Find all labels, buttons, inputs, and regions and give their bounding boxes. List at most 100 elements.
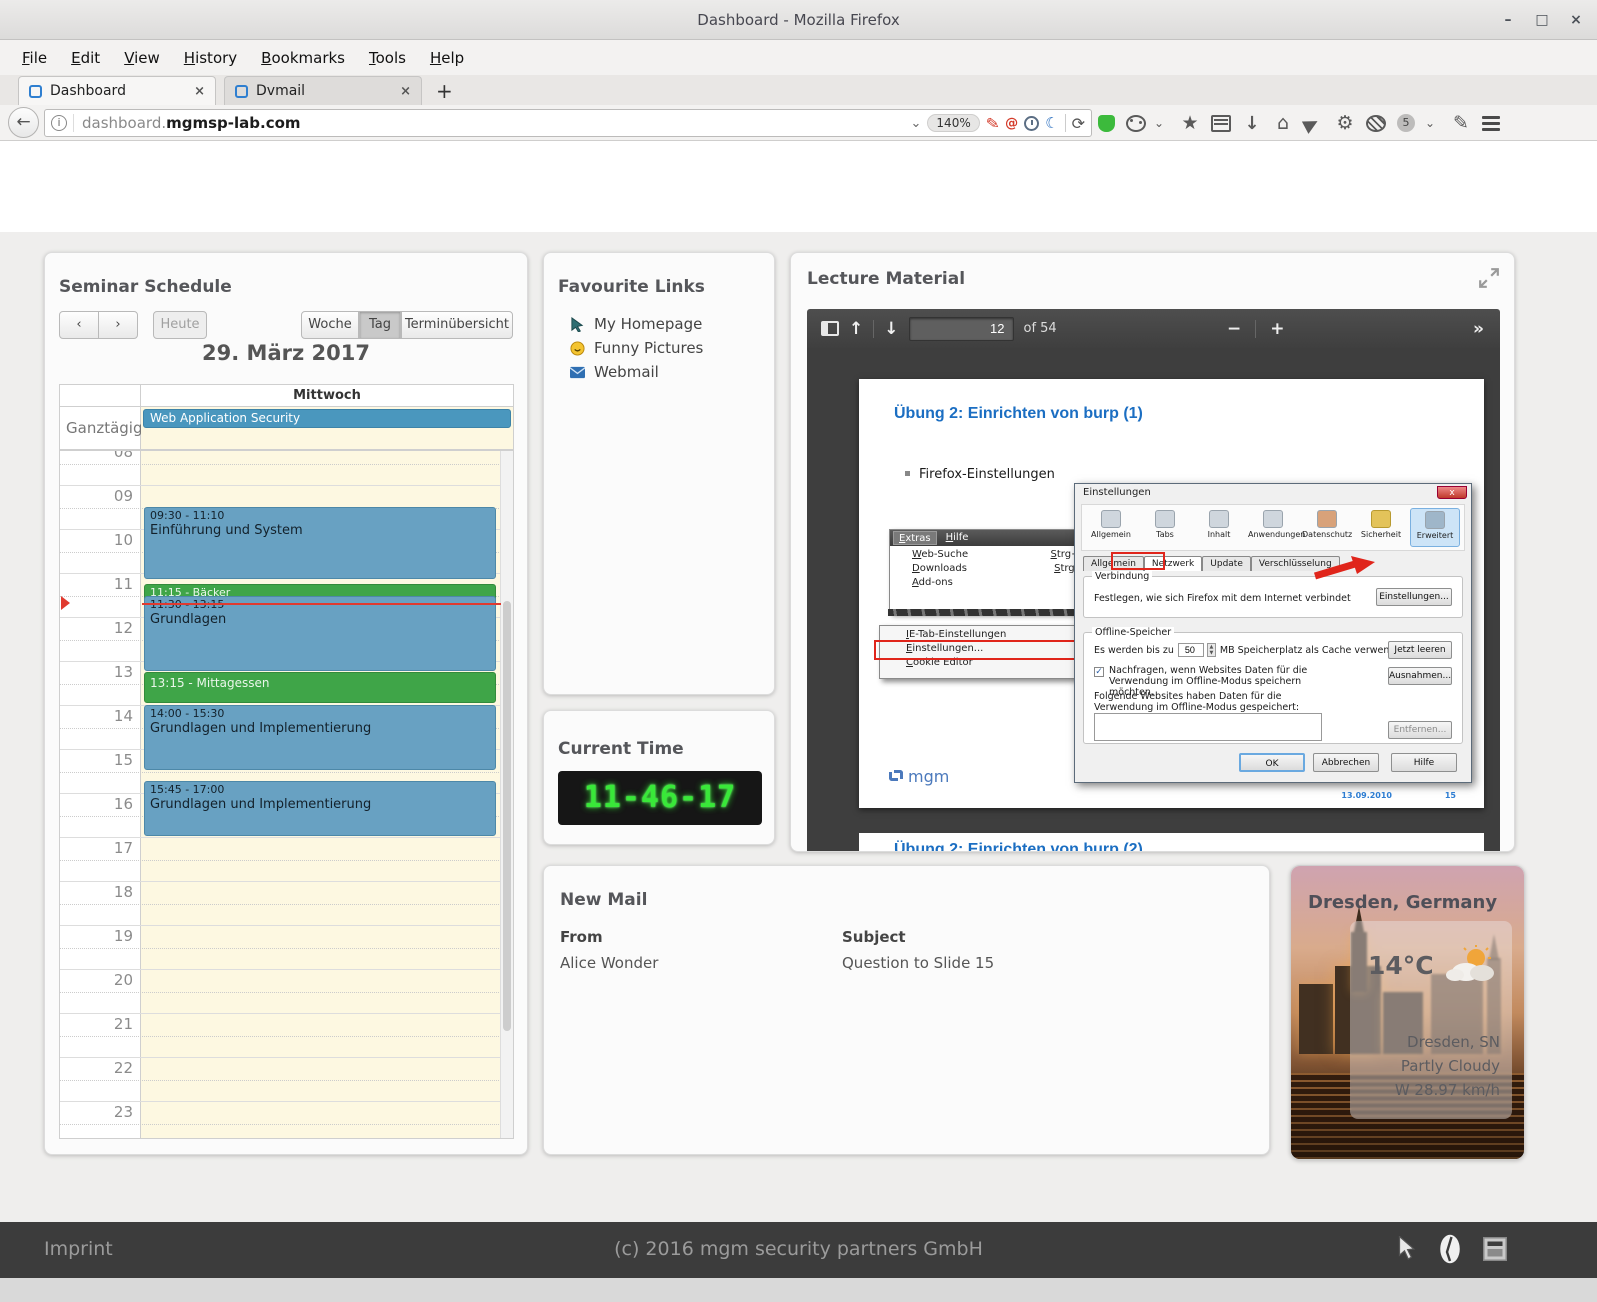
globe-icon[interactable] — [1366, 115, 1386, 132]
badge-chevron-icon[interactable]: ⌄ — [1420, 116, 1440, 130]
gear-icon[interactable]: ⚙ — [1335, 112, 1355, 134]
palette-chevron-icon[interactable]: ⌄ — [1149, 116, 1169, 130]
home-icon[interactable]: ⌂ — [1273, 112, 1293, 134]
hour-row: 08 — [60, 451, 513, 485]
menu-help[interactable]: Help — [420, 45, 474, 71]
today-button[interactable]: Heute — [153, 311, 207, 339]
menu-bar: File Edit View History Bookmarks Tools H… — [0, 40, 1597, 75]
site-info-icon[interactable]: i — [51, 115, 67, 131]
window-title: Dashboard - Mozilla Firefox — [0, 0, 1597, 40]
calendar-scrollbar[interactable] — [500, 451, 513, 1138]
pdf-viewer[interactable]: Übung 2: Einrichten von burp (1) Firefox… — [807, 348, 1500, 852]
day-view-button[interactable]: Tag — [359, 311, 401, 339]
pdf-more-tools-icon[interactable]: » — [1473, 319, 1484, 339]
slide-heading: Übung 2: Einrichten von burp (2) — [894, 841, 1143, 852]
mail-icon — [570, 365, 585, 380]
pencil-icon[interactable]: ✎ — [1451, 112, 1471, 134]
link-my-homepage[interactable]: My Homepage — [570, 315, 702, 333]
new-tab-button[interactable]: + — [422, 77, 467, 105]
pdf-page-input[interactable] — [909, 317, 1014, 341]
calendar-event[interactable]: 09:30 - 11:10 Einführung und System — [144, 507, 496, 579]
panel-title: Lecture Material — [807, 269, 965, 289]
view-switcher: Woche Tag Terminübersicht — [301, 311, 513, 339]
counter-badge[interactable]: 5 — [1397, 114, 1415, 132]
zoom-level-badge[interactable]: 140% — [927, 114, 979, 132]
feather-icon[interactable]: ✎ — [984, 113, 1000, 134]
menu-file[interactable]: File — [12, 45, 57, 71]
dialog-close-icon: x — [1437, 486, 1467, 499]
calendar-scroll-area[interactable]: 08 09 10 11 12 13 14 15 16 17 18 19 20 2… — [60, 451, 513, 1138]
link-webmail[interactable]: Webmail — [570, 363, 659, 381]
menu-bookmarks[interactable]: Bookmarks — [251, 45, 355, 71]
url-dropdown-chevron[interactable]: ⌄ — [911, 116, 922, 131]
calendar-date: 29. März 2017 — [45, 341, 527, 365]
clock-icon[interactable] — [1024, 116, 1039, 131]
allday-row: Ganztägig Web Application Security — [60, 407, 513, 451]
menu-tools[interactable]: Tools — [359, 45, 416, 71]
back-button[interactable]: ← — [8, 107, 39, 138]
calendar-next-button[interactable]: › — [98, 311, 138, 339]
tab-close-icon[interactable]: × — [194, 84, 205, 99]
adblock-icon[interactable] — [1098, 115, 1115, 132]
lecture-material-panel: Lecture Material ↑ ↓ of 54 − + » Übung 2… — [790, 252, 1515, 852]
minimize-button[interactable]: – — [1495, 9, 1521, 31]
allday-event[interactable]: Web Application Security — [143, 409, 511, 428]
menu-edit[interactable]: Edit — [61, 45, 110, 71]
pdf-zoom-controls: − + — [1227, 319, 1285, 339]
dialog-icon-tabs: Allgemein Tabs Inhalt Anwendungen Datens… — [1081, 504, 1465, 551]
tab-favicon — [29, 85, 42, 98]
tab-dashboard[interactable]: Dashboard × — [18, 76, 216, 105]
pdf-sidebar-toggle-icon[interactable] — [821, 321, 839, 336]
pdf-next-page-icon[interactable]: ↓ — [884, 319, 898, 339]
temperature: 14°C — [1368, 951, 1434, 980]
checkbox-checked: ✓ — [1094, 667, 1104, 677]
panel-title: Favourite Links — [558, 277, 705, 297]
slide-bullet: Firefox-Einstellungen — [905, 467, 1055, 482]
close-button[interactable]: × — [1563, 9, 1589, 31]
copyright-text: (c) 2016 mgm security partners GmbH — [0, 1238, 1597, 1260]
mail-subject: Question to Slide 15 — [842, 954, 994, 972]
menu-hamburger-icon[interactable] — [1482, 113, 1500, 134]
calendar-event[interactable]: 11:30 - 13:15 Grundlagen — [144, 596, 496, 671]
flame-icon[interactable]: ☾ — [1045, 114, 1058, 132]
spiral-icon[interactable]: @ — [1005, 116, 1018, 131]
send-tab-icon[interactable] — [1302, 112, 1326, 134]
pdf-zoom-in-icon[interactable]: + — [1270, 319, 1284, 339]
tab-label: Dvmail — [256, 83, 392, 99]
pen-indicator-icon — [1439, 1234, 1461, 1264]
cursor-icon — [570, 317, 585, 332]
pdf-prev-page-icon[interactable]: ↑ — [849, 319, 863, 339]
menu-view[interactable]: View — [114, 45, 170, 71]
dashboard-content: Seminar Schedule ‹ › Heute Woche Tag Ter… — [0, 232, 1597, 1222]
seminar-schedule-panel: Seminar Schedule ‹ › Heute Woche Tag Ter… — [44, 252, 528, 1155]
expand-icon[interactable] — [1478, 267, 1500, 289]
tab-favicon — [235, 85, 248, 98]
reading-list-icon[interactable] — [1211, 115, 1231, 132]
calendar-event[interactable]: 14:00 - 15:30 Grundlagen und Implementie… — [144, 705, 496, 770]
current-time-panel: Current Time 11-46-17 — [543, 710, 775, 845]
calendar-event[interactable]: 13:15 - Mittagessen — [144, 672, 496, 703]
calendar-event[interactable]: 15:45 - 17:00 Grundlagen und Implementie… — [144, 781, 496, 836]
menu-history[interactable]: History — [174, 45, 247, 71]
new-mail-panel: New Mail From Alice Wonder Subject Quest… — [543, 865, 1270, 1155]
weather-widget: Dresden, Germany 14°C Dresden, SN Partly… — [1290, 865, 1525, 1160]
divider — [873, 320, 874, 338]
weather-condition: Partly Cloudy — [1360, 1057, 1500, 1075]
bookmark-star-icon[interactable]: ★ — [1180, 112, 1200, 134]
link-funny-pictures[interactable]: Funny Pictures — [570, 339, 703, 357]
downloads-icon[interactable]: ↓ — [1242, 113, 1262, 134]
url-text[interactable]: dashboard.mgmsp-lab.com — [73, 114, 905, 132]
tab-dvmail[interactable]: Dvmail × — [224, 76, 422, 105]
reload-icon[interactable]: ⟳ — [1072, 114, 1085, 133]
scrollbar-thumb[interactable] — [503, 601, 511, 1031]
url-bar[interactable]: i dashboard.mgmsp-lab.com ⌄ 140% ✎ @ ☾ ⟳ — [44, 109, 1092, 137]
palette-icon[interactable] — [1126, 115, 1146, 132]
pdf-page-count: of 54 — [1024, 321, 1057, 336]
tab-label: Dashboard — [50, 83, 186, 99]
tab-close-icon[interactable]: × — [400, 84, 411, 99]
calendar-prev-button[interactable]: ‹ — [59, 311, 99, 339]
agenda-view-button[interactable]: Terminübersicht — [401, 311, 513, 339]
pdf-zoom-out-icon[interactable]: − — [1227, 319, 1241, 339]
maximize-button[interactable]: □ — [1529, 9, 1555, 31]
week-view-button[interactable]: Woche — [301, 311, 359, 339]
